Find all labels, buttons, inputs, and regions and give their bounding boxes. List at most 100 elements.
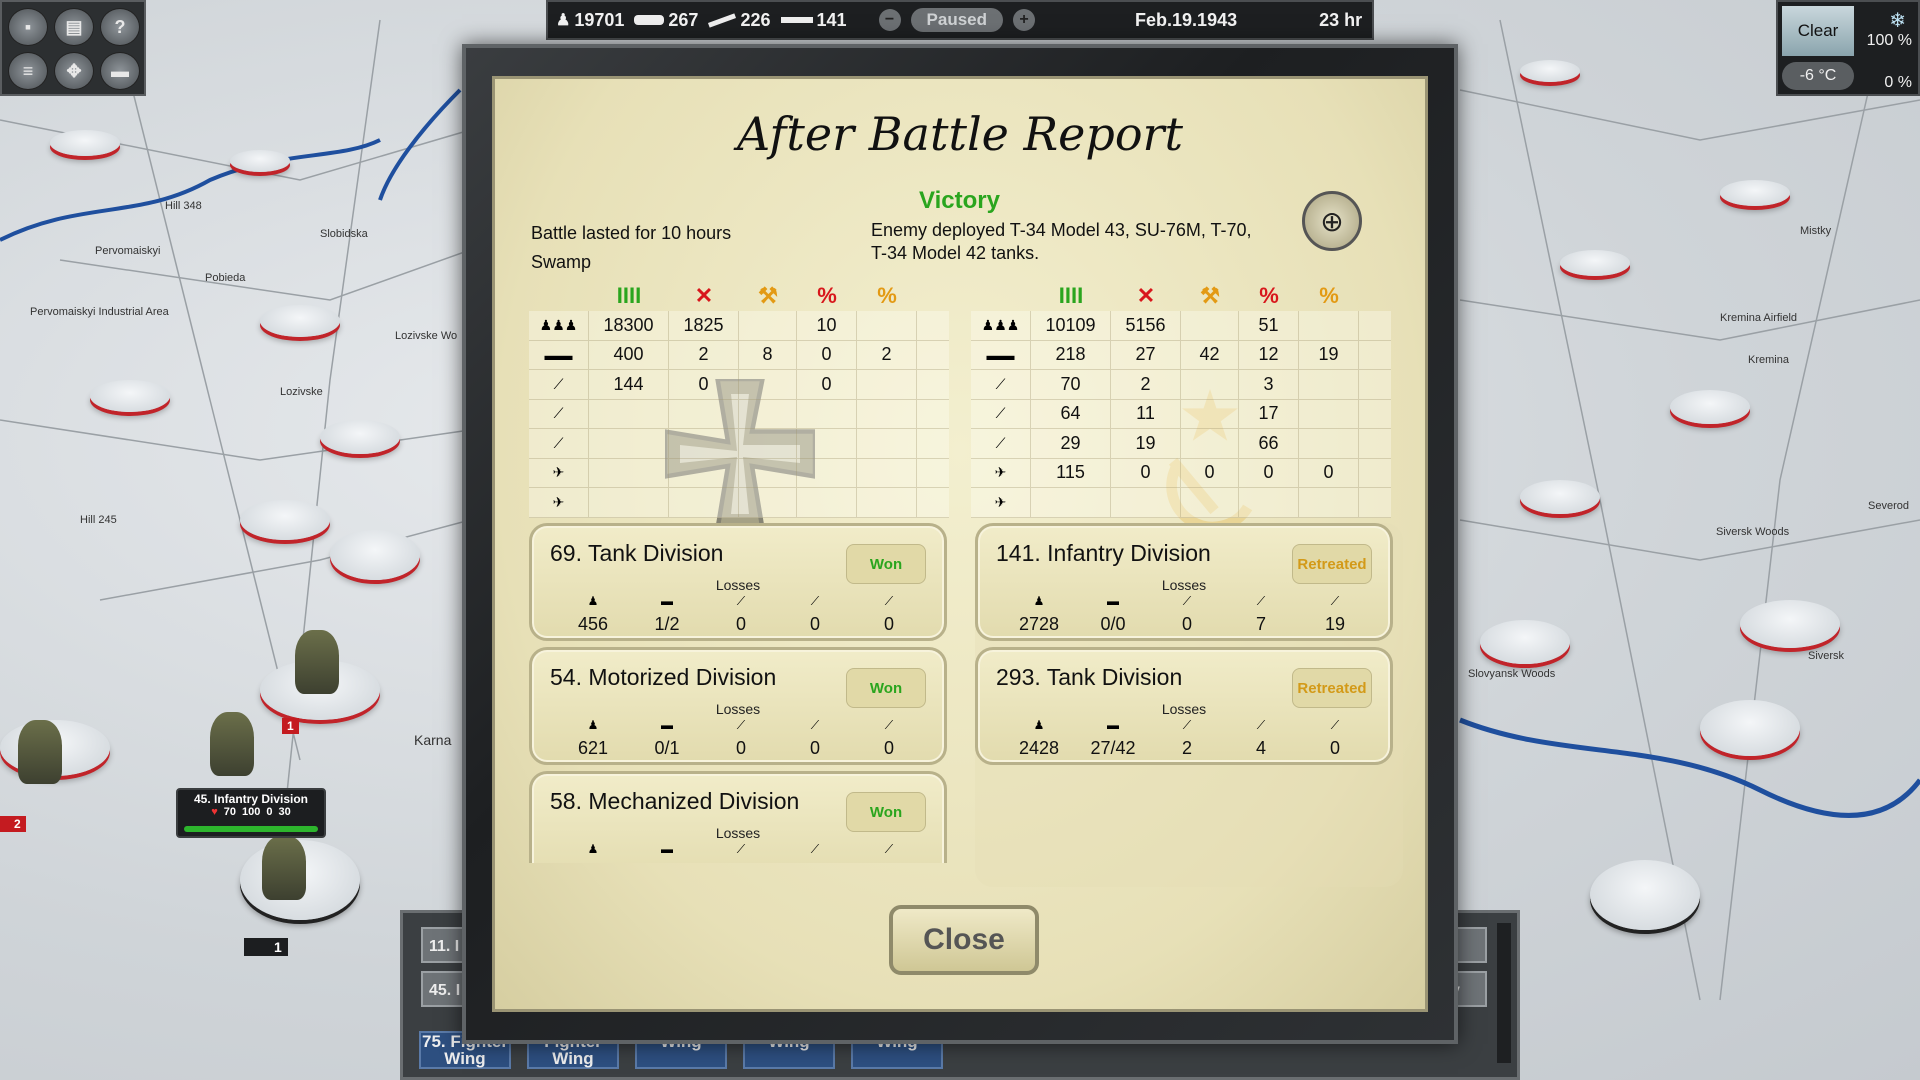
aa-gun-icon: ⟋ — [1330, 594, 1340, 608]
loss-values: 2728 0/0 0 7 19 — [1002, 614, 1372, 635]
status-bar: ♟ 19701 267 226 141 − Paused + Feb.19.19… — [546, 0, 1374, 40]
map-hex[interactable] — [1520, 60, 1580, 82]
grid-icon[interactable]: ✥ — [54, 52, 94, 90]
table-header: IIII ✕ ⚒ % % — [971, 281, 1391, 311]
artillery-icon: ⟋ — [971, 399, 1031, 428]
unit-marker[interactable]: 2 — [0, 816, 26, 832]
table-cell: 12 — [1239, 340, 1299, 369]
unit-marker[interactable]: 1 — [282, 718, 299, 734]
table-cell: 0 — [797, 370, 857, 399]
map-label: Siversk Woods — [1716, 526, 1790, 538]
map-label: Pervomaiskyi — [95, 245, 161, 257]
map-hex[interactable] — [330, 530, 420, 580]
scrollbar[interactable] — [1497, 923, 1511, 1063]
table-cell: 64 — [1031, 399, 1111, 428]
map-hex[interactable] — [1670, 390, 1750, 424]
faster-button[interactable]: + — [1013, 9, 1036, 31]
table-row: ⟋ 144 0 0 — [529, 370, 949, 400]
help-icon[interactable]: ? — [100, 8, 140, 46]
enemy-divisions-list[interactable]: 141. Infantry Division Retreated Losses … — [975, 523, 1403, 887]
table-cell — [739, 458, 797, 487]
map-hex[interactable] — [1740, 600, 1840, 648]
enemy-forces-table: IIII ✕ ⚒ % % ♟♟♟ 10109 5156 51 ▬▬ 218 27 42 1… — [971, 281, 1391, 518]
repair-icon: ⚒ — [758, 283, 778, 308]
at-gun-icon: ⟋ — [971, 370, 1031, 399]
map-hex[interactable] — [90, 380, 170, 412]
infantry-icon: ♟♟♟ — [529, 311, 589, 340]
table-cell: 0 — [1181, 458, 1239, 487]
aircraft-count: 141 — [780, 9, 847, 31]
dialog-title: After Battle Report — [737, 107, 1183, 161]
division-card[interactable]: 54. Motorized Division Won Losses ♟ ▬ ⟋ ⟋ ⟋ … — [529, 647, 947, 765]
map-label: Slovyansk Woods — [1468, 668, 1556, 680]
division-name: 58. Mechanized Division — [550, 788, 800, 814]
book-icon[interactable]: ▤ — [54, 8, 94, 46]
save-icon[interactable]: ▪ — [8, 8, 48, 46]
losses-icon: ✕ — [1136, 283, 1156, 308]
map-hex[interactable] — [1480, 620, 1570, 664]
aa-gun-icon: ⟋ — [529, 429, 589, 458]
infantry-icon: ♟♟♟ — [971, 311, 1031, 340]
current-hour: 23 hr — [1319, 9, 1363, 30]
infantry-unit[interactable] — [210, 712, 254, 776]
table-cell: 19 — [1111, 429, 1181, 458]
map-hex[interactable] — [260, 305, 340, 337]
table-cell — [739, 488, 797, 517]
tank-icon: ▬ — [661, 594, 673, 608]
map-hex[interactable] — [1720, 180, 1790, 206]
bomber-icon: ✈ — [529, 488, 589, 517]
unit-tag[interactable]: 45. Infantry Division ♥ 70 100 0 30 — [176, 788, 326, 838]
aircraft-value: 141 — [816, 9, 847, 30]
list-icon[interactable]: ≡ — [8, 52, 48, 90]
unit-tag-name: 45. Infantry Division — [193, 792, 309, 806]
infantry-unit[interactable] — [18, 720, 62, 784]
snowflake-icon: ❄ — [1889, 10, 1906, 32]
table-cell — [1031, 488, 1111, 517]
infantry-value: 19701 — [574, 9, 625, 30]
repair-icon: ⚒ — [1200, 283, 1220, 308]
map-hex[interactable] — [320, 420, 400, 454]
table-row: ⟋ 29 19 66 — [971, 429, 1391, 459]
division-card[interactable]: 69. Tank Division Won Losses ♟ ▬ ⟋ ⟋ ⟋ 456 1/… — [529, 523, 947, 641]
map-hex[interactable] — [230, 150, 290, 172]
own-divisions-list[interactable]: 69. Tank Division Won Losses ♟ ▬ ⟋ ⟋ ⟋ 456 1/… — [529, 523, 953, 863]
division-card[interactable]: 293. Tank Division Retreated Losses ♟ ▬ ⟋ ⟋… — [975, 647, 1393, 765]
map-label: Severod — [1868, 500, 1909, 512]
at-gun-icon: ⟋ — [736, 718, 746, 732]
map-hex[interactable] — [1590, 860, 1700, 930]
gun-value: 226 — [740, 9, 771, 30]
slower-button[interactable]: − — [878, 9, 901, 31]
table-cell: 0 — [735, 614, 746, 634]
infantry-unit[interactable] — [262, 836, 306, 900]
division-card[interactable]: 141. Infantry Division Retreated Losses … — [975, 523, 1393, 641]
locate-battle-icon[interactable]: ⊕ — [1302, 191, 1362, 251]
weather-panel[interactable]: Clear -6 °C ❄ 100 % 0 % — [1776, 0, 1920, 96]
close-button[interactable]: Close — [889, 905, 1039, 975]
table-cell: 0 — [883, 614, 894, 634]
table-cell: 19 — [1324, 614, 1346, 634]
infantry-unit[interactable] — [295, 630, 339, 694]
table-cell: 27 — [1111, 340, 1181, 369]
tank-icon[interactable]: ▬ — [100, 52, 140, 90]
at-gun-icon: ⟋ — [1182, 718, 1192, 732]
division-name: 54. Motorized Division — [550, 664, 777, 690]
map-label: Kremina — [1748, 354, 1789, 366]
pause-toggle[interactable]: Paused — [910, 8, 1004, 32]
division-card[interactable]: 58. Mechanized Division Won Losses ♟ ▬ ⟋ ⟋ ⟋ — [529, 771, 947, 863]
table-cell: 2 — [1181, 738, 1192, 758]
battle-info: Battle lasted for 10 hours Swamp — [531, 219, 731, 277]
map-hex[interactable] — [50, 130, 120, 156]
unit-marker[interactable]: 1 — [244, 938, 288, 956]
map-hex[interactable] — [1520, 480, 1600, 514]
map-hex[interactable] — [1560, 250, 1630, 276]
map-label: Siversk — [1808, 650, 1845, 662]
table-cell: 1/2 — [654, 614, 680, 634]
tank-icon: ▬▬ — [529, 340, 589, 369]
table-cell — [1111, 488, 1181, 517]
tank-icon: ▬ — [661, 842, 673, 856]
losses-label: Losses — [715, 577, 761, 593]
table-cell — [589, 399, 669, 428]
map-hex[interactable] — [1700, 700, 1800, 756]
map-hex[interactable] — [240, 500, 330, 540]
tank-value: 267 — [668, 9, 699, 30]
